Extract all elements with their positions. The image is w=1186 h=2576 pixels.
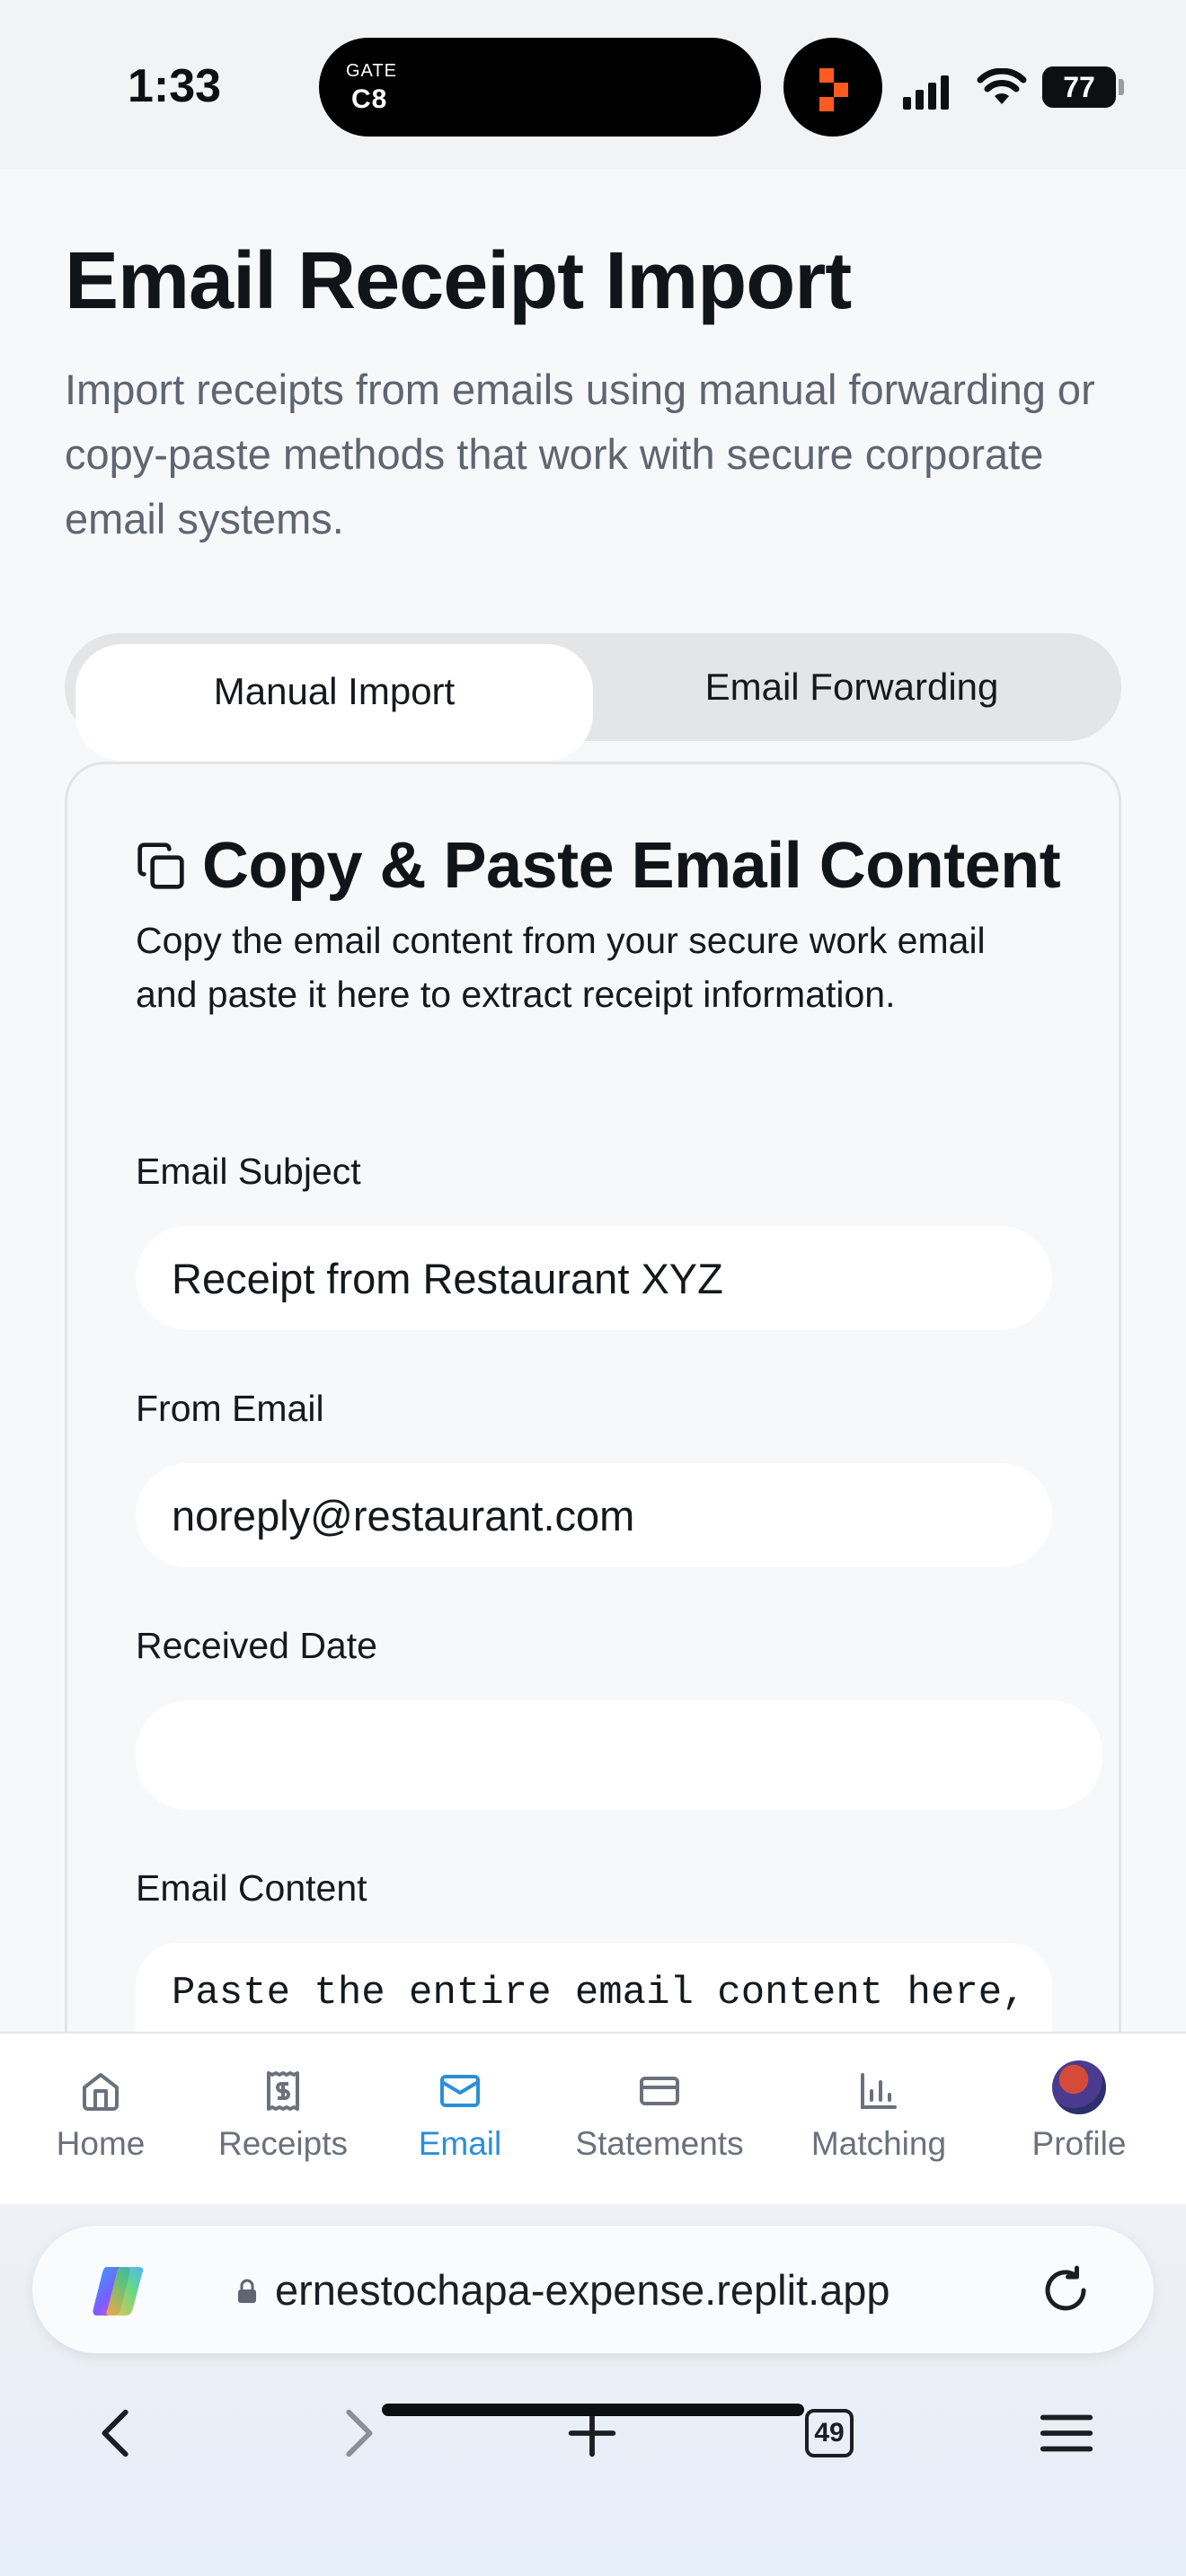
status-icons: 77 — [903, 66, 1128, 110]
lock-icon — [238, 2279, 256, 2303]
receipt-icon — [267, 2071, 299, 2111]
page-subtitle: Import receipts from emails using manual… — [65, 366, 1095, 543]
browser-toolbar: 49 — [0, 2384, 1186, 2483]
address-bar[interactable]: ernestochapa-expense.replit.app — [32, 2226, 1154, 2353]
browser-chrome: ernestochapa-expense.replit.app 49 — [0, 2204, 1186, 2576]
card-description: Copy the email content from your secure … — [136, 920, 986, 1015]
reload-icon[interactable] — [1039, 2263, 1093, 2317]
page-title: Email Receipt Import — [65, 236, 852, 326]
status-bar: 1:33 GATE C8 77 — [0, 0, 1186, 169]
back-icon[interactable] — [86, 2402, 149, 2465]
forward-icon[interactable] — [325, 2402, 388, 2465]
from-email-input[interactable]: noreply@restaurant.com — [136, 1463, 1052, 1567]
wifi-icon — [977, 68, 1027, 104]
battery-cap — [1119, 79, 1124, 95]
nav-label-home: Home — [56, 2125, 146, 2162]
status-time: 1:33 — [128, 60, 222, 112]
email-content-label: Email Content — [136, 1867, 367, 1909]
nav-item-receipts[interactable]: Receipts — [208, 2069, 358, 2163]
card-title: Copy & Paste Email Content — [202, 830, 1061, 902]
bottom-nav: Home Receipts Email Statements Matching … — [0, 2032, 1186, 2204]
from-email-label: From Email — [136, 1388, 324, 1429]
nav-label-profile: Profile — [1031, 2125, 1127, 2162]
battery-indicator: 77 — [1042, 66, 1116, 108]
mail-icon — [440, 2075, 480, 2107]
nav-item-home[interactable]: Home — [47, 2069, 155, 2163]
tab-count: 49 — [805, 2409, 854, 2457]
nav-item-profile[interactable]: Profile — [1024, 2060, 1134, 2163]
copy-icon — [137, 842, 184, 889]
home-indicator — [382, 2404, 804, 2416]
nav-label-receipts: Receipts — [218, 2125, 348, 2162]
nav-item-email[interactable]: Email — [413, 2069, 507, 2163]
menu-icon[interactable] — [1035, 2402, 1098, 2465]
credit-card-icon — [640, 2077, 679, 2105]
live-activity-app-icon — [783, 38, 882, 137]
nav-label-statements: Statements — [575, 2125, 744, 2162]
gate-value: C8 — [351, 84, 388, 114]
nav-item-statements[interactable]: Statements — [568, 2069, 751, 2163]
received-date-label: Received Date — [136, 1625, 377, 1666]
bar-chart-icon — [861, 2073, 897, 2109]
import-method-tabs: Email Forwarding Manual Import — [65, 633, 1121, 761]
home-icon — [83, 2073, 119, 2111]
gate-label: GATE — [346, 61, 397, 81]
email-subject-label: Email Subject — [136, 1151, 361, 1192]
email-subject-input[interactable]: Receipt from Restaurant XYZ — [136, 1226, 1052, 1330]
copilot-icon[interactable] — [86, 2263, 149, 2317]
url-text[interactable]: ernestochapa-expense.replit.app — [275, 2265, 890, 2315]
nav-label-matching: Matching — [810, 2125, 947, 2162]
nav-label-email: Email — [418, 2125, 502, 2162]
tab-email-forwarding[interactable]: Email Forwarding — [593, 644, 1111, 730]
copy-paste-card: Copy & Paste Email Content Copy the emai… — [65, 762, 1121, 2109]
dynamic-island: GATE C8 — [319, 38, 761, 137]
received-date-input[interactable] — [136, 1700, 1102, 1810]
tabs-button[interactable]: 49 — [805, 2409, 868, 2472]
nav-item-matching[interactable]: Matching — [794, 2069, 963, 2163]
card-header: Copy & Paste Email Content — [136, 829, 1061, 903]
avatar — [1052, 2060, 1106, 2114]
tab-manual-import[interactable]: Manual Import — [75, 644, 593, 761]
